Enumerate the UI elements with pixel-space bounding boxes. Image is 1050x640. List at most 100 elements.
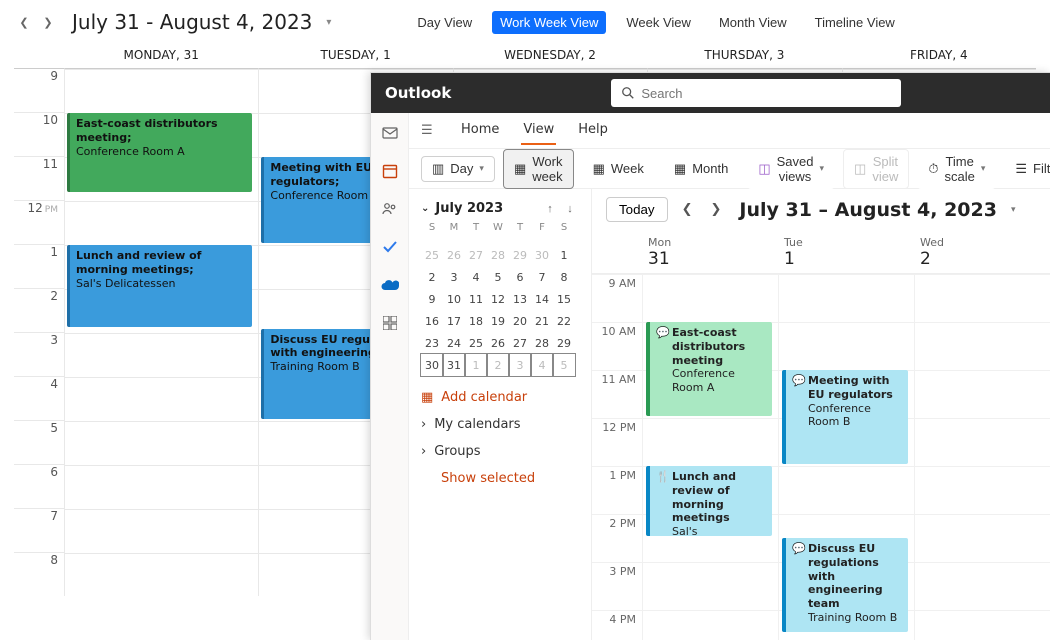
mini-day[interactable]: 11	[465, 288, 487, 310]
next-range-button[interactable]: ❯	[38, 12, 58, 32]
day-header[interactable]: Mon31	[642, 230, 778, 273]
people-icon[interactable]	[380, 199, 400, 219]
time-scale-button[interactable]: ⏱Time scale▾	[917, 149, 996, 189]
chevron-down-icon[interactable]: ▾	[326, 17, 331, 28]
view-button-timeline-view[interactable]: Timeline View	[807, 11, 903, 34]
mini-day[interactable]: 2	[421, 266, 443, 288]
mini-dow: S	[421, 222, 443, 244]
mini-prev-month[interactable]: ↑	[541, 203, 559, 215]
mini-month-label[interactable]: ⌄July 2023	[421, 201, 503, 216]
groups-link[interactable]: ›Groups	[421, 444, 579, 459]
hamburger-icon[interactable]: ☰	[421, 123, 439, 138]
calendar-event[interactable]: East-coast distributors meeting;Conferen…	[67, 113, 252, 192]
mini-day[interactable]: 29	[509, 244, 531, 266]
calendar-event[interactable]: Lunch and review of morning meetings;Sal…	[67, 245, 252, 327]
calendar-event[interactable]: 💬East-coast distributors meetingConferen…	[646, 322, 772, 416]
filter-button[interactable]: ☰Filter	[1004, 156, 1050, 182]
mini-day[interactable]: 4	[531, 354, 553, 376]
view-button-week-view[interactable]: Week View	[618, 11, 699, 34]
my-calendars-link[interactable]: ›My calendars	[421, 417, 579, 432]
mini-day[interactable]: 17	[443, 310, 465, 332]
onedrive-icon[interactable]	[380, 275, 400, 295]
mini-day[interactable]: 5	[553, 354, 575, 376]
day-column[interactable]: 💬Meeting with EU regulatorsConference Ro…	[778, 274, 914, 640]
mini-day[interactable]: 4	[465, 266, 487, 288]
mini-day[interactable]: 5	[487, 266, 509, 288]
mini-day[interactable]: 14	[531, 288, 553, 310]
saved-views-button[interactable]: ◫Saved views▾	[747, 149, 835, 189]
month-button[interactable]: ▦Month	[663, 156, 739, 182]
day-column[interactable]: 💬East-coast distributors meetingConferen…	[642, 274, 778, 640]
mini-day[interactable]: 21	[531, 310, 553, 332]
mini-day[interactable]: 24	[443, 332, 465, 354]
calendar-icon[interactable]	[380, 161, 400, 181]
mini-day[interactable]: 8	[553, 266, 575, 288]
calendar-event[interactable]: 💬Discuss EU regulations with engineering…	[782, 538, 908, 632]
mini-day[interactable]: 22	[553, 310, 575, 332]
mini-day[interactable]: 25	[421, 244, 443, 266]
day-column[interactable]: East-coast distributors meeting;Conferen…	[64, 68, 258, 596]
mini-day[interactable]: 19	[487, 310, 509, 332]
mini-day[interactable]: 9	[421, 288, 443, 310]
mini-day[interactable]: 30	[421, 354, 443, 376]
event-title: East-coast distributors meeting;	[76, 117, 218, 144]
mail-icon[interactable]	[380, 123, 400, 143]
todo-icon[interactable]	[380, 237, 400, 257]
prev-range-button[interactable]: ❮	[14, 12, 34, 32]
prev-week-button[interactable]: ❮	[682, 202, 693, 217]
mini-day[interactable]: 25	[465, 332, 487, 354]
today-button[interactable]: Today	[606, 197, 668, 222]
mini-day[interactable]: 20	[509, 310, 531, 332]
calendar-surface: Today ❮❯ July 31 – August 4, 2023 ▾ Mon3…	[591, 189, 1050, 640]
day-button[interactable]: ▥Day▾	[421, 156, 495, 182]
day-column[interactable]	[914, 274, 1050, 640]
day-header[interactable]: Tue1	[778, 230, 914, 273]
add-calendar-link[interactable]: ▦Add calendar	[421, 390, 579, 405]
apps-icon[interactable]	[380, 313, 400, 333]
mini-day[interactable]: 1	[465, 354, 487, 376]
mini-day[interactable]: 29	[553, 332, 575, 354]
mini-day[interactable]: 3	[509, 354, 531, 376]
mini-day[interactable]: 30	[531, 244, 553, 266]
month-icon: ▦	[674, 161, 686, 177]
mini-day[interactable]: 18	[465, 310, 487, 332]
weekday-label: Mon	[648, 236, 772, 249]
search-input[interactable]	[641, 86, 891, 101]
tab-help[interactable]: Help	[576, 116, 610, 145]
mini-day[interactable]: 7	[531, 266, 553, 288]
mini-day[interactable]: 12	[487, 288, 509, 310]
event-title: East-coast distributors meeting	[672, 326, 745, 367]
calendar-event[interactable]: 🍴Lunch and review of morning meetingsSal…	[646, 466, 772, 536]
calendar-event[interactable]: 💬Meeting with EU regulatorsConference Ro…	[782, 370, 908, 464]
tab-home[interactable]: Home	[459, 116, 501, 145]
mini-day[interactable]: 27	[509, 332, 531, 354]
view-button-day-view[interactable]: Day View	[409, 11, 480, 34]
mini-day[interactable]: 23	[421, 332, 443, 354]
mini-day[interactable]: 15	[553, 288, 575, 310]
mini-day[interactable]: 13	[509, 288, 531, 310]
filter-icon: ☰	[1015, 161, 1027, 177]
next-week-button[interactable]: ❯	[710, 202, 721, 217]
mini-day[interactable]: 6	[509, 266, 531, 288]
view-button-work-week-view[interactable]: Work Week View	[492, 11, 606, 34]
mini-day[interactable]: 26	[443, 244, 465, 266]
mini-day[interactable]: 2	[487, 354, 509, 376]
mini-day[interactable]: 31	[443, 354, 465, 376]
search-box[interactable]	[611, 79, 901, 107]
chevron-down-icon[interactable]: ▾	[1011, 205, 1016, 215]
mini-day[interactable]: 28	[487, 244, 509, 266]
work-week-button[interactable]: ▦Work week	[503, 149, 574, 189]
view-button-month-view[interactable]: Month View	[711, 11, 795, 34]
day-header[interactable]: Wed2	[914, 230, 1050, 273]
mini-day[interactable]: 1	[553, 244, 575, 266]
mini-day[interactable]: 27	[465, 244, 487, 266]
week-button[interactable]: ▦Week	[582, 156, 655, 182]
show-selected-link[interactable]: Show selected	[441, 471, 579, 486]
mini-day[interactable]: 16	[421, 310, 443, 332]
mini-day[interactable]: 28	[531, 332, 553, 354]
mini-next-month[interactable]: ↓	[561, 203, 579, 215]
mini-day[interactable]: 26	[487, 332, 509, 354]
mini-day[interactable]: 10	[443, 288, 465, 310]
tab-view[interactable]: View	[521, 116, 556, 145]
mini-day[interactable]: 3	[443, 266, 465, 288]
